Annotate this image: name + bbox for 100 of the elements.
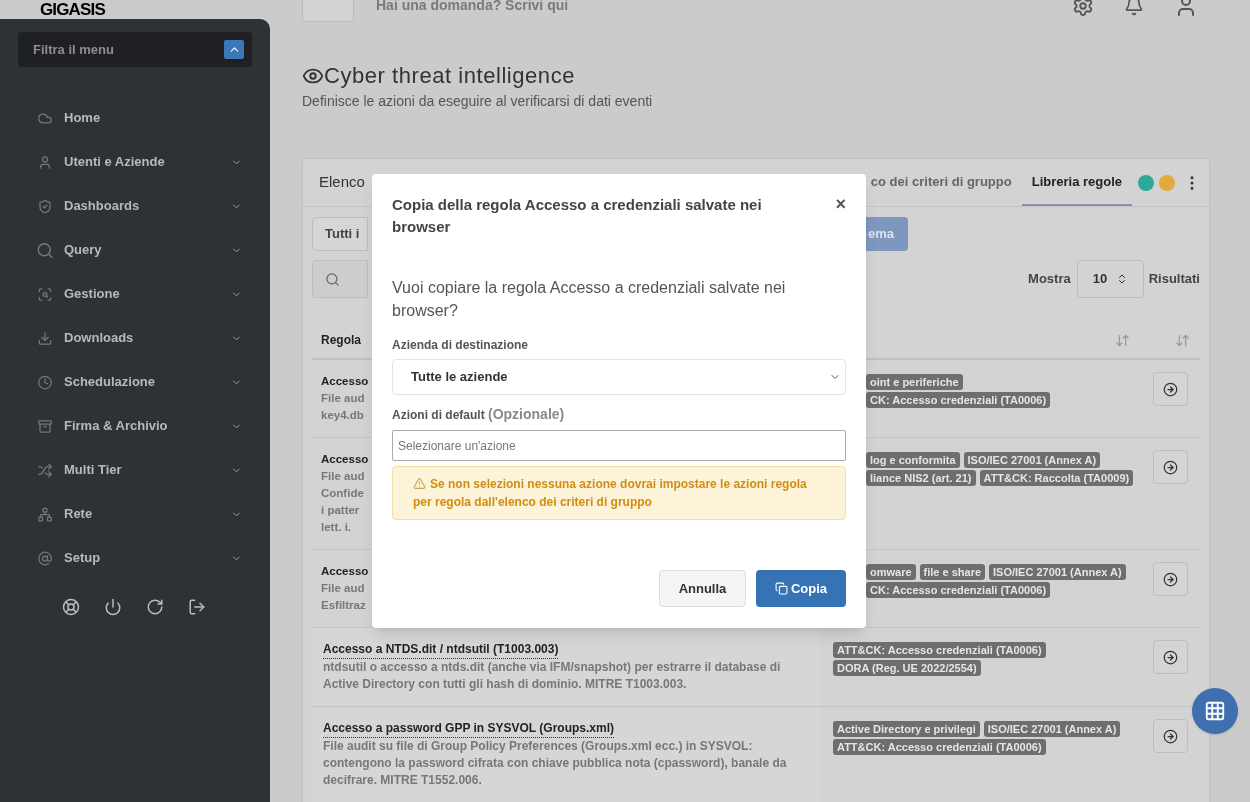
show-label: Mostra xyxy=(1028,270,1071,289)
actions-input[interactable]: Selezionare un'azione xyxy=(392,430,846,461)
filter-input[interactable]: Filtra il menu xyxy=(33,39,213,60)
tag: ATT&CK: Raccolta (TA0009) xyxy=(979,470,1134,486)
arrow-right-icon xyxy=(1162,571,1178,587)
search-field[interactable] xyxy=(312,260,368,298)
menu-label: Setup xyxy=(64,549,102,568)
warning-text: Se non selezioni nessuna azione dovrai impostare le azioni regola per regola dall'elenco dei criteri di gruppo xyxy=(413,476,808,511)
menu-item[interactable]: Utenti e Aziende xyxy=(18,140,252,184)
rule-description: Esfiltraz xyxy=(321,598,366,613)
cancel-button[interactable]: Annulla xyxy=(659,570,746,607)
rule-description: File aud xyxy=(321,391,365,406)
close-button[interactable]: × xyxy=(835,194,846,214)
copy-icon xyxy=(774,582,788,595)
tag: file e share xyxy=(919,564,986,580)
power-icon[interactable] xyxy=(104,598,122,616)
filter-field[interactable]: Filtra il menu xyxy=(18,32,252,67)
card-title: Elenco xyxy=(319,172,365,193)
dialog-title: Copia della regola Accesso a credenziali salvate nei browser xyxy=(392,195,763,237)
menu-label: Multi Tier xyxy=(64,461,123,480)
rule-description: ntdsutil o accesso a ntds.dit (anche via IFM/snapshot) per estrarre il database di Active Directory con tutti gli hash di dominio. MITRE T1003.003. xyxy=(323,659,782,693)
rule-title: Accesso xyxy=(321,452,369,467)
copy-button[interactable]: Copia xyxy=(756,570,846,607)
logout-icon[interactable] xyxy=(188,598,206,616)
page-subtitle: Definisce le azioni da eseguire al verificarsi di dati eventi xyxy=(302,92,654,111)
network-icon xyxy=(36,506,54,522)
menu-label: Query xyxy=(64,241,103,260)
tag: ATT&CK: Accesso credenziali (TA0006) xyxy=(833,642,1046,658)
tag: ISO/IEC 27001 (Annex A) xyxy=(989,564,1126,580)
page-size-select[interactable]: 10 xyxy=(1076,260,1144,298)
tag: oint e periferiche xyxy=(866,374,963,390)
rule-description: Confide xyxy=(321,486,364,501)
at-sign-icon xyxy=(36,550,54,566)
rule-title: Accesso xyxy=(321,564,369,579)
grid-icon xyxy=(1204,700,1226,722)
menu-item[interactable]: Firma & Archivio xyxy=(18,404,252,448)
lifebuoy-icon[interactable] xyxy=(62,598,80,616)
open-button[interactable] xyxy=(1152,640,1188,674)
filter-button[interactable]: Tutti i xyxy=(312,217,368,251)
column-header: Regola xyxy=(321,332,361,349)
search-icon xyxy=(325,271,340,287)
company-select[interactable]: Tutte le aziende xyxy=(392,359,846,395)
rule-description: File aud xyxy=(321,469,365,484)
download-icon xyxy=(36,330,54,346)
tag: Active Directory e privilegi xyxy=(833,721,980,737)
rule-description: lett. i. xyxy=(321,520,352,535)
warning-icon xyxy=(413,477,426,490)
rule-description: File audit su file di Group Policy Preferences (Groups.xml ecc.) in SYSVOL: contengono la password cifrata con chiave pubblica nota (cpassword), banale da decifrare. MITRE T1552.006. xyxy=(323,738,788,789)
tag: ISO/IEC 27001 (Annex A) xyxy=(983,721,1121,737)
menu-label: Gestione xyxy=(64,285,121,304)
open-button[interactable] xyxy=(1152,372,1188,406)
monitor-search-icon xyxy=(36,286,54,302)
menu-label: Utenti e Aziende xyxy=(64,153,166,172)
apps-button[interactable] xyxy=(1192,688,1238,734)
open-button[interactable] xyxy=(1152,450,1188,484)
menu-label: Home xyxy=(64,109,102,128)
tag: CK: Accesso credenziali (TA0006) xyxy=(866,392,1051,408)
archive-icon xyxy=(36,418,54,434)
open-button[interactable] xyxy=(1152,719,1188,753)
rule-title[interactable]: Accesso a NTDS.dit / ntdsutil (T1003.003) xyxy=(323,641,559,659)
logo: GIGASIS xyxy=(40,0,106,19)
search-icon xyxy=(36,240,54,260)
menu-label: Schedulazione xyxy=(64,373,157,392)
tag: log e conformita xyxy=(866,452,960,468)
rule-description: i patter xyxy=(321,503,360,518)
rule-description: File aud xyxy=(321,581,365,596)
tag: CK: Accesso credenziali (TA0006) xyxy=(866,582,1051,598)
shield-icon xyxy=(36,198,54,214)
menu-item[interactable]: Rete xyxy=(18,492,252,536)
collapse-button[interactable] xyxy=(224,40,244,59)
dialog-question: Vuoi copiare la regola Accesso a credenziali salvate nei browser? xyxy=(392,278,787,321)
arrow-right-icon xyxy=(1162,649,1178,665)
menu-label: Dashboards xyxy=(64,197,141,216)
tag: ATT&CK: Accesso credenziali (TA0006) xyxy=(833,739,1046,755)
tab[interactable]: Libreria regole xyxy=(1021,159,1132,206)
clock-icon xyxy=(36,374,54,390)
menu-item[interactable]: Multi Tier xyxy=(18,448,252,492)
tag: omware xyxy=(866,564,916,580)
menu-item[interactable]: Gestione xyxy=(18,272,252,316)
tab[interactable]: co dei criteri di gruppo xyxy=(860,159,1022,206)
menu-item[interactable]: Query xyxy=(18,228,252,272)
bell-icon[interactable] xyxy=(1124,0,1144,16)
arrow-right-icon xyxy=(1162,381,1178,397)
menu-label: Downloads xyxy=(64,329,135,348)
menu-label: Rete xyxy=(64,505,94,524)
menu-item[interactable]: Setup xyxy=(18,536,252,580)
refresh-icon[interactable] xyxy=(146,598,164,616)
open-button[interactable] xyxy=(1152,562,1188,596)
tag: DORA (Reg. UE 2022/2554) xyxy=(833,660,981,676)
field-label: Azioni di default (Opzionale) xyxy=(392,405,566,424)
tag: ISO/IEC 27001 (Annex A) xyxy=(963,452,1101,468)
menu-item[interactable]: Schedulazione xyxy=(18,360,252,404)
results-label: Risultati xyxy=(1148,270,1200,289)
rule-title[interactable]: Accesso a password GPP in SYSVOL (Groups.xml) xyxy=(323,720,614,738)
settings-icon[interactable] xyxy=(1072,0,1094,17)
arrow-right-icon xyxy=(1162,459,1178,475)
menu-item[interactable]: Downloads xyxy=(18,316,252,360)
menu-item[interactable]: Home xyxy=(18,96,252,140)
shuffle-icon xyxy=(36,462,54,478)
menu-item[interactable]: Dashboards xyxy=(18,184,252,228)
